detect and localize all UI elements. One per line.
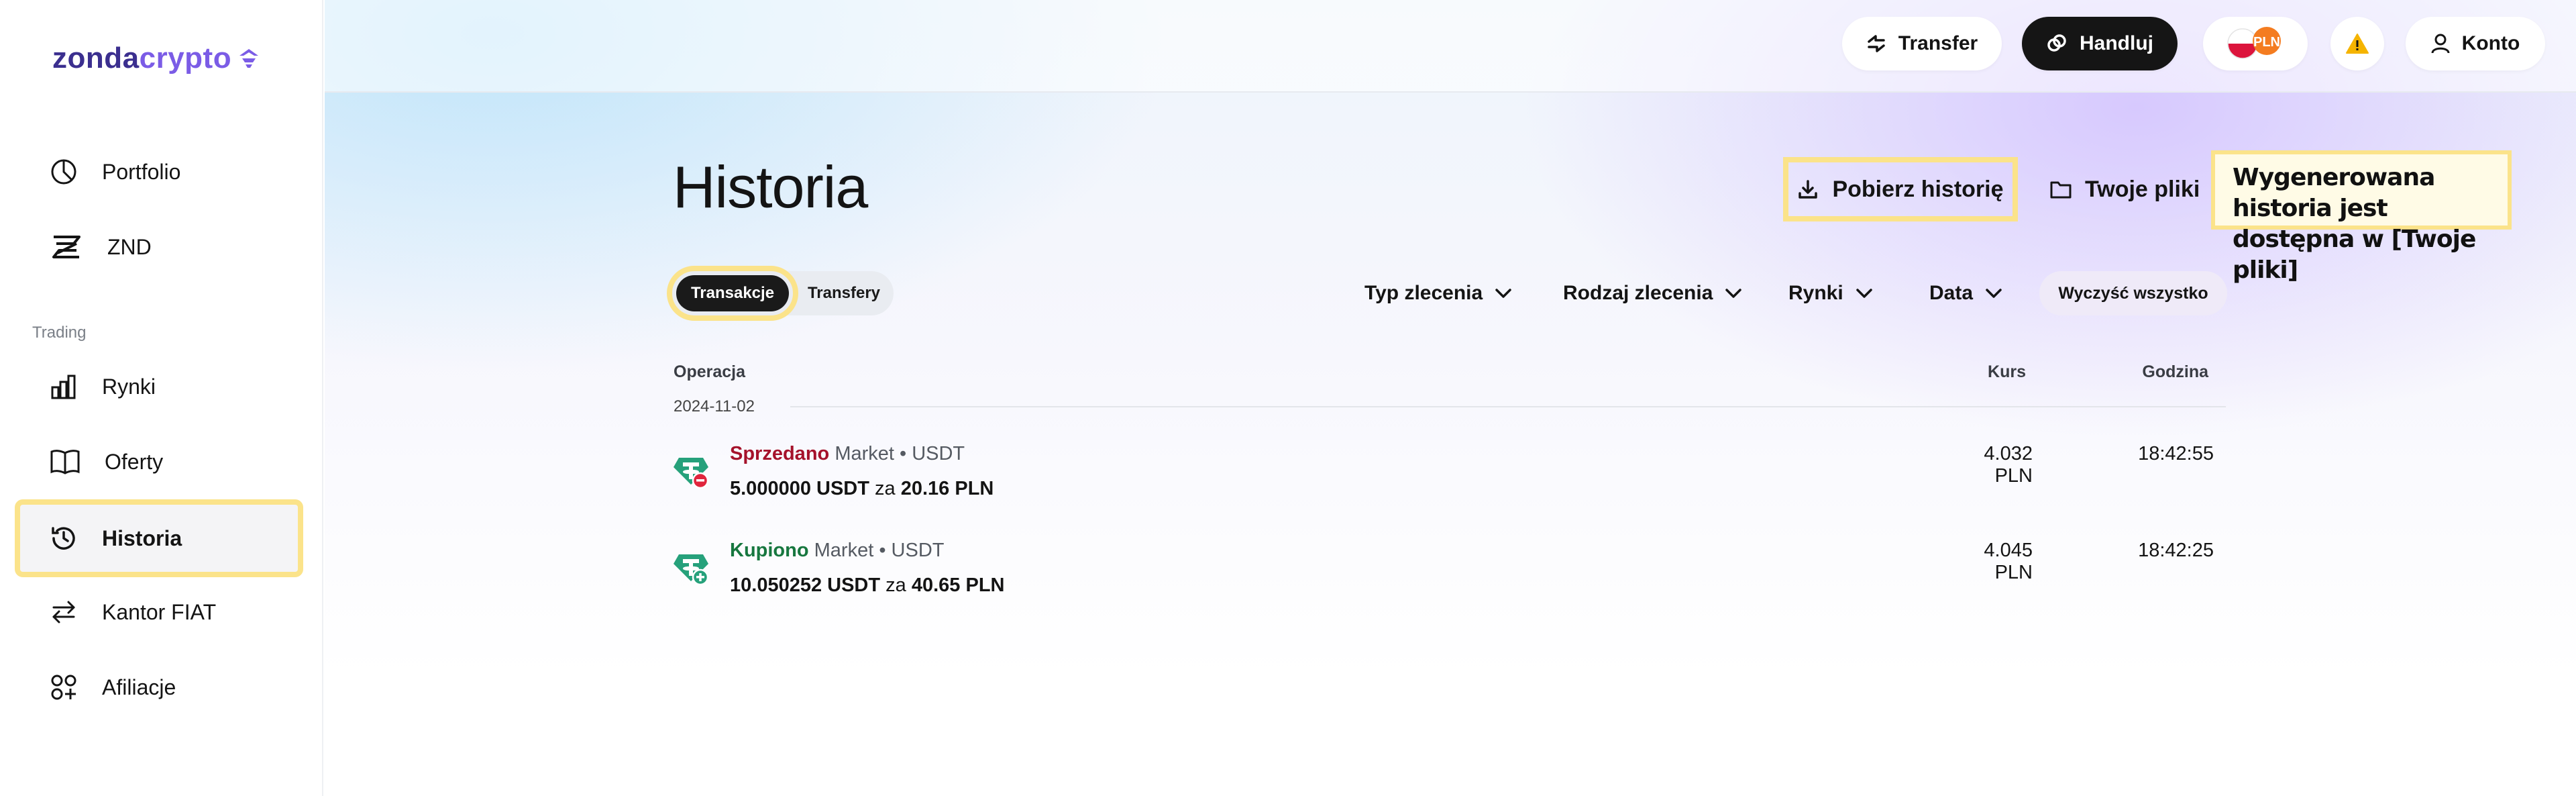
sidebar-item-label: ZND xyxy=(107,234,152,259)
tether-sell-icon xyxy=(674,458,709,489)
logo-text-crypto: crypto xyxy=(139,42,232,74)
transaction-rate: 4.045 PLN xyxy=(1984,540,2033,583)
transaction-amount-line: 5.000000 USDT za 20.16 PLN xyxy=(730,478,994,500)
sidebar-item-afiliacje[interactable]: Afiliacje xyxy=(20,654,298,721)
sidebar-item-rynki[interactable]: Rynki xyxy=(20,353,298,420)
transaction-total: 20.16 PLN xyxy=(900,478,994,499)
warning-icon xyxy=(2346,34,2369,54)
filter-order-kind-label: Rodzaj zlecenia xyxy=(1563,282,1713,304)
warning-button[interactable] xyxy=(2330,17,2384,70)
download-icon xyxy=(1799,180,1818,199)
bar-chart-icon xyxy=(51,375,76,399)
tether-buy-icon xyxy=(674,554,709,586)
sidebar-item-label: Oferty xyxy=(105,449,164,474)
transaction-amount: 10.050252 USDT xyxy=(730,575,881,596)
filter-order-type-label: Typ zlecenia xyxy=(1364,282,1483,304)
transaction-meta: Market • USDT xyxy=(835,443,965,464)
filter-date-label: Data xyxy=(1929,282,1974,304)
download-history-button[interactable]: Pobierz historię xyxy=(1783,157,2018,221)
transaction-time: 18:42:25 xyxy=(2138,540,2214,561)
affiliates-icon xyxy=(51,675,76,700)
tab-transfery[interactable]: Transfery xyxy=(804,275,884,311)
pie-chart-icon xyxy=(51,159,76,185)
chevron-down-icon xyxy=(1986,289,2002,298)
currency-selector[interactable]: PLN xyxy=(2203,17,2308,70)
book-icon xyxy=(50,450,80,475)
table-row[interactable]: Kupiono Market • USDT 10.050252 USDT za … xyxy=(672,537,2229,611)
znd-icon xyxy=(52,236,80,258)
transaction-total: 40.65 PLN xyxy=(911,575,1005,596)
column-header-rate: Kurs xyxy=(1988,362,2026,381)
your-files-button[interactable]: Twoje pliki xyxy=(2050,162,2206,216)
account-button-label: Konto xyxy=(2461,32,2520,54)
column-header-operation: Operacja xyxy=(674,362,746,381)
chevron-down-icon xyxy=(1495,289,1511,298)
transaction-action-sell: Sprzedano xyxy=(730,443,830,464)
poland-flag-icon: PLN xyxy=(2227,27,2281,59)
date-group-label: 2024-11-02 xyxy=(674,397,755,415)
transaction-amount-line: 10.050252 USDT za 40.65 PLN xyxy=(730,575,1005,597)
transaction-time: 18:42:55 xyxy=(2138,443,2214,464)
trade-button[interactable]: Handluj xyxy=(2022,17,2178,70)
transaction-meta: Market • USDT xyxy=(814,540,945,561)
transfer-button[interactable]: Transfer xyxy=(1842,17,2002,70)
table-row[interactable]: Sprzedano Market • USDT 5.000000 USDT za… xyxy=(672,440,2229,514)
transaction-connector: za xyxy=(885,575,906,596)
filter-markets-label: Rynki xyxy=(1788,282,1843,304)
history-ready-tooltip: Wygenerowana historia jest dostępna w [T… xyxy=(2211,150,2512,284)
transaction-rate: 4.032 PLN xyxy=(1984,443,2033,487)
chevron-down-icon xyxy=(1725,289,1742,298)
trade-button-label: Handluj xyxy=(2080,32,2153,54)
sidebar-item-label: Rynki xyxy=(102,374,156,399)
history-tabs: Transakcje Transfery xyxy=(667,266,894,321)
link-icon xyxy=(2047,34,2066,52)
transaction-action-buy: Kupiono xyxy=(730,540,809,561)
transfer-button-label: Transfer xyxy=(1898,32,1978,54)
logo-text-zonda: zonda xyxy=(52,42,140,74)
transfer-icon xyxy=(1868,35,1885,52)
sidebar-item-historia[interactable]: Historia xyxy=(15,499,303,577)
transaction-connector: za xyxy=(875,478,896,499)
page-title: Historia xyxy=(673,154,868,220)
filter-date[interactable]: Data xyxy=(1929,271,2002,315)
sidebar-item-portfolio[interactable]: Portfolio xyxy=(20,138,298,205)
sidebar-item-kantor-fiat[interactable]: Kantor FIAT xyxy=(20,579,298,646)
sidebar-item-label: Afiliacje xyxy=(102,675,176,699)
sidebar-item-znd[interactable]: ZND xyxy=(20,213,298,281)
sidebar-item-label: Portfolio xyxy=(102,159,181,184)
column-header-time: Godzina xyxy=(2142,362,2208,381)
account-button[interactable]: Konto xyxy=(2406,17,2545,70)
folder-icon xyxy=(2050,181,2072,199)
tab-transakcje[interactable]: Transakcje xyxy=(667,266,798,321)
history-icon xyxy=(52,527,75,550)
transaction-summary: Kupiono Market • USDT xyxy=(730,540,944,562)
sidebar-item-label: Historia xyxy=(102,526,182,550)
filter-order-type[interactable]: Typ zlecenia xyxy=(1364,271,1512,315)
zondacrypto-logo[interactable]: zonda crypto xyxy=(52,42,261,75)
user-icon xyxy=(2431,34,2450,54)
sidebar: zonda crypto Portfolio ZND Trading Rynki … xyxy=(0,0,323,796)
logo-mark-icon xyxy=(239,49,259,68)
transaction-amount: 5.000000 USDT xyxy=(730,478,869,499)
download-history-label: Pobierz historię xyxy=(1832,176,2004,202)
your-files-label: Twoje pliki xyxy=(2085,176,2200,202)
filter-markets[interactable]: Rynki xyxy=(1788,271,1873,315)
pln-badge-label: PLN xyxy=(2253,35,2280,50)
main-content xyxy=(325,0,2576,796)
transaction-summary: Sprzedano Market • USDT xyxy=(730,443,965,465)
arrows-swap-icon xyxy=(52,601,75,624)
sidebar-item-label: Kantor FIAT xyxy=(102,599,217,624)
sidebar-item-oferty[interactable]: Oferty xyxy=(20,428,298,495)
clear-all-filters-button[interactable]: Wyczyść wszystko xyxy=(2039,271,2227,315)
date-group-divider xyxy=(790,406,2226,407)
chevron-down-icon xyxy=(1856,289,1872,298)
sidebar-section-trading: Trading xyxy=(32,324,87,342)
filter-order-kind[interactable]: Rodzaj zlecenia xyxy=(1563,271,1742,315)
